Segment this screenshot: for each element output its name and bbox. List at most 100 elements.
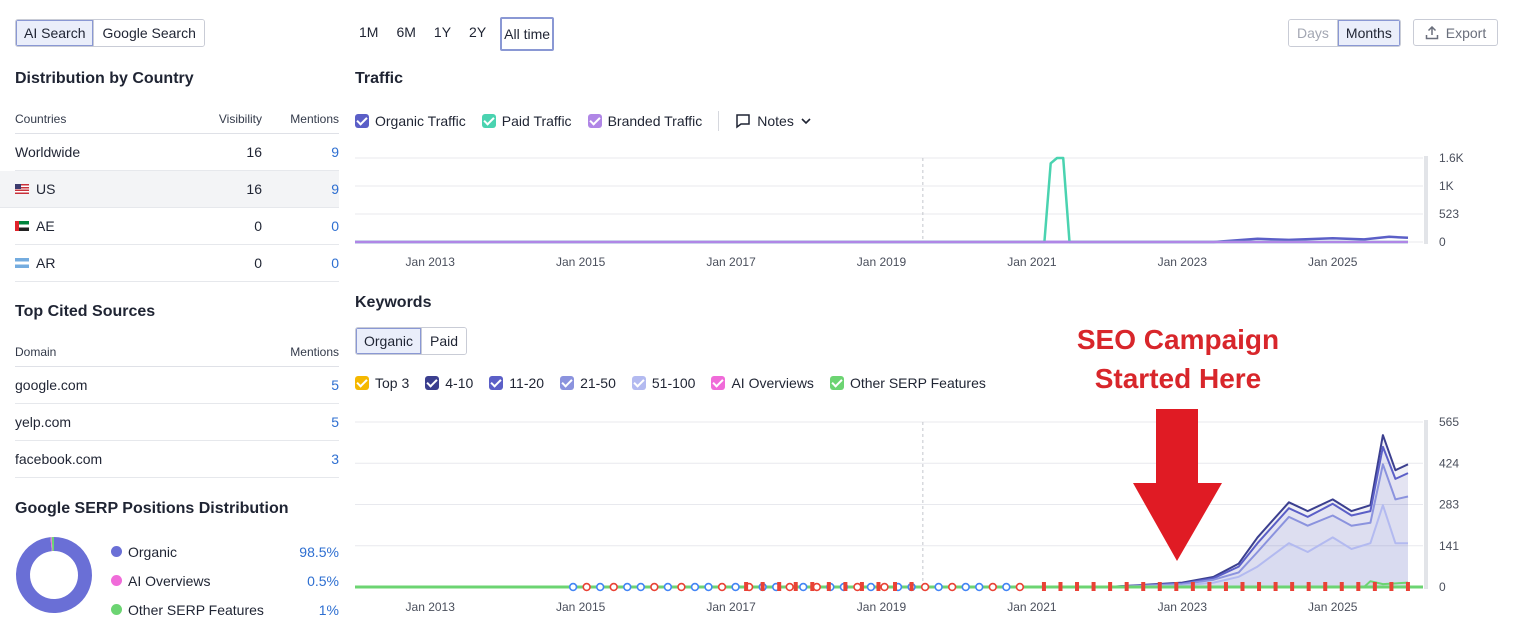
legend-paid-traffic[interactable]: Paid Traffic [481,113,572,129]
google-marker-icon [1002,582,1011,592]
flag-marker-icon [1157,582,1162,591]
visibility-value: 16 [246,181,262,197]
flag-marker-icon [1190,582,1195,591]
scrollbar-handle [1424,420,1428,589]
table-row[interactable]: google.com 5 [15,367,339,404]
legend-organic-traffic[interactable]: Organic Traffic [355,113,466,129]
export-button[interactable]: Export [1413,19,1498,46]
tab-google-search[interactable]: Google Search [94,20,204,46]
tab-ai-search[interactable]: AI Search [16,20,95,46]
legend-ai-overviews[interactable]: AI Overviews [711,375,814,391]
table-row[interactable]: Worldwide 16 9 [15,134,339,171]
range-all-time[interactable]: All time [500,17,555,51]
flag-marker-icon [1041,582,1046,591]
flag-marker-icon [1339,582,1344,591]
legend-51-100[interactable]: 51-100 [631,375,695,391]
checkbox-icon [587,114,602,128]
table-row[interactable]: yelp.com 5 [15,404,339,441]
legend-21-50[interactable]: 21-50 [560,375,616,391]
legend-branded-traffic[interactable]: Branded Traffic [587,113,702,129]
visibility-value: 16 [246,144,262,160]
range-6m[interactable]: 6M [392,17,419,51]
tab-paid[interactable]: Paid [422,328,467,354]
x-tick-label: Jan 2021 [1007,600,1057,612]
checkbox-icon [560,376,575,390]
country-name: Worldwide [15,144,81,160]
y-tick-label: 1.6K [1439,151,1464,165]
google-marker-icon [988,582,997,592]
flag-marker-icon [1091,582,1096,591]
google-marker-icon [785,582,794,592]
table-row[interactable]: US 16 9 [0,171,339,208]
flag-marker-icon [909,582,914,591]
us-flag-icon [15,184,29,194]
legend-11-20[interactable]: 11-20 [489,375,544,391]
country-name: US [36,181,56,197]
range-1m[interactable]: 1M [355,17,382,51]
traffic-legend: Organic Traffic Paid Traffic Branded Tra… [355,111,828,131]
range-1y[interactable]: 1Y [430,17,455,51]
flag-marker-icon [1372,582,1377,591]
country-name: AR [36,255,56,271]
google-marker-icon [650,582,659,592]
checkbox-icon [481,114,496,128]
series-area [355,464,1408,587]
traffic-title: Traffic [355,70,404,87]
visibility-value: 0 [254,218,262,234]
country-distribution-title: Distribution by Country [15,70,194,87]
flag-marker-icon [810,582,815,591]
mentions-link[interactable]: 3 [277,451,339,467]
google-marker-icon [934,582,943,592]
mentions-link[interactable]: 9 [277,181,339,197]
google-marker-icon [866,582,876,592]
flag-marker-icon [1405,582,1410,591]
checkbox-icon [425,376,440,390]
donut-slice [16,537,92,613]
y-tick-label: 0 [1439,235,1446,249]
google-marker-icon [568,582,578,592]
mentions-link[interactable]: 0 [277,218,339,234]
red-arrow-icon [1133,409,1222,561]
flag-marker-icon [876,582,881,591]
notes-dropdown[interactable]: Notes [735,113,812,129]
flag-marker-icon [1075,582,1080,591]
flag-marker-icon [1141,582,1146,591]
legend-other-serp-features[interactable]: Other SERP Features [829,375,986,391]
checkbox-icon [711,376,726,390]
mentions-link[interactable]: 5 [277,414,339,430]
x-tick-label: Jan 2023 [1158,600,1208,612]
mentions-link[interactable]: 0 [277,255,339,271]
table-row[interactable]: facebook.com 3 [15,441,339,478]
x-tick-label: Jan 2013 [406,255,456,269]
granularity-toggle: Days Months [1288,19,1401,47]
chevron-down-icon [801,118,811,125]
months-button[interactable]: Months [1337,20,1400,46]
flag-marker-icon [893,582,898,591]
legend-4-10[interactable]: 4-10 [425,375,473,391]
country-table-header: Countries Visibility Mentions [15,104,339,134]
flag-marker-icon [1290,582,1295,591]
range-2y[interactable]: 2Y [465,17,490,51]
serp-donut-chart [16,537,92,613]
mentions-link[interactable]: 9 [277,144,339,160]
mentions-link[interactable]: 5 [277,377,339,393]
legend-top-3[interactable]: Top 3 [355,375,409,391]
flag-marker-icon [826,582,831,591]
flag-marker-icon [1257,582,1262,591]
x-tick-label: Jan 2015 [556,255,606,269]
days-button[interactable]: Days [1289,20,1338,46]
table-row[interactable]: AE 0 0 [15,208,339,245]
x-tick-label: Jan 2019 [857,255,907,269]
x-tick-label: Jan 2025 [1308,255,1358,269]
keywords-title: Keywords [355,294,432,311]
flag-marker-icon [1174,582,1179,591]
serp-distribution-title: Google SERP Positions Distribution [15,500,289,517]
flag-marker-icon [1273,582,1278,591]
flag-marker-icon [1356,582,1361,591]
tab-organic[interactable]: Organic [356,328,423,354]
y-tick-label: 141 [1439,539,1459,553]
seo-campaign-annotation: SEO Campaign Started Here [1076,324,1280,394]
google-marker-icon [975,582,984,592]
legend-divider [718,111,720,131]
table-row[interactable]: AR 0 0 [15,245,339,282]
